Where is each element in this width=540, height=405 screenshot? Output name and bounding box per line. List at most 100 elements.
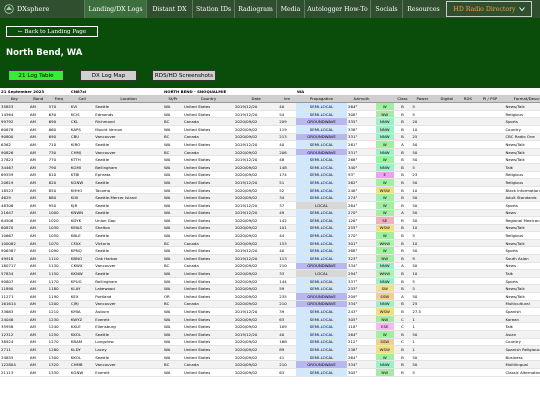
column-header[interactable]: PI / PSP [475,95,505,104]
tab-media[interactable]: Media [276,0,304,18]
table-row[interactable]: 24855 AM 1300 KKOL Seattle WA United States 202… [0,353,540,362]
table-row[interactable]: 21647 AM 1000 KNWN Seattle WA United States 201… [0,209,540,218]
column-header[interactable]: Location [94,95,163,104]
cell-digital [433,246,461,256]
column-header[interactable]: Freq [47,95,70,104]
tab-station-ids[interactable]: Station IDs [192,0,234,18]
table-row[interactable]: 69559 AM 810 KTBI Ephrata WA United States 2020… [0,171,540,180]
table-row[interactable]: 18523 AM 850 KHHO Tacoma WA United States 2020/… [0,186,540,195]
table-row[interactable]: 33683 AM 1210 KMIA Auburn WA United States 2019… [0,307,540,316]
table-row[interactable]: 99792 AM 690 CKL Richmond BC Canada 2020/09/02 2… [0,117,540,126]
column-header[interactable]: Class [393,95,412,104]
tab-socials[interactable]: Socials [370,0,402,18]
column-header[interactable]: RDS [460,95,476,104]
cell-km: 59 [278,284,297,294]
cell-st-pr: WA [163,155,183,164]
table-row[interactable]: 35958 AM 1240 KXLE Ellensburg WA United States… [0,322,540,331]
log-table-button[interactable]: 21 Log Table [8,70,64,81]
back-to-landing-button[interactable]: ← Back to Landing Page [6,26,98,37]
tab-distant-dx[interactable]: Distant DX [146,0,192,18]
table-row[interactable]: 161614 AM 1200 CJRJ Vancouver BC Canada 2020/09… [0,300,540,309]
table-row[interactable]: 60870 AM 1030 KMAS Shelton WA United States 202… [0,224,540,233]
cell-power: 50 [411,216,434,225]
cell-format-description: Country [504,125,540,134]
tab-label: Landing/DX Logs [88,5,143,13]
tab-resources[interactable]: Resources [402,0,444,18]
tab-hd-radio-directory[interactable]: HD Radio Directory [446,1,532,17]
table-row[interactable]: 2711 AM 1280 KLDY Lacey WA United States 2020/0… [0,345,540,354]
column-header[interactable] [375,95,394,104]
column-header[interactable]: Digital [433,95,461,104]
column-header[interactable]: Country [182,95,234,104]
table-row[interactable]: 64506 AM 1020 KDYK Union Gap WA United States 2… [0,216,540,225]
tab-autologger[interactable]: Autologger How-To [304,0,370,18]
table-row[interactable]: 24046 AM 1230 KWYZ Everett WA United States 202… [0,315,540,324]
table-row[interactable]: 6362 AM 710 KIRO Seattle WA United States 2019/… [0,140,540,149]
cell-key: 24855 [0,353,29,362]
table-row[interactable]: 11890 AM 1180 KLAY Lakewood WA United States 20… [0,284,540,294]
table-row[interactable]: 90826 AM 730 CHMJ Vancouver BC Canada 2020/09/0… [0,148,540,157]
cell-freq: 1240 [47,322,70,331]
column-header[interactable]: Call [69,95,95,104]
tab-landing[interactable]: Landing/DX Logs [84,0,146,18]
column-header[interactable]: St/Pr [163,95,183,104]
column-header[interactable]: Power [411,95,434,104]
cell-class: B [393,224,412,233]
cell-date: 2020/09/02 [233,133,279,142]
cell-class: B [393,133,412,142]
cell-format-description: News/Talk [504,224,540,233]
table-row[interactable]: 12312 AM 1250 KKOL Seattle WA United States 201… [0,330,540,339]
cell-direction: NNW [375,117,394,126]
column-header[interactable]: Date [233,95,279,104]
table-row[interactable]: 122804 AM 1320 CHMB Vancouver BC Canada 2020/09… [0,360,540,369]
table-row[interactable]: 20819 AM 820 KGNW Seattle WA United States 2019… [0,178,540,187]
table-row[interactable]: 14564 AM 630 KCIS Edmonds WA United States 2019… [0,110,540,119]
table-row[interactable]: 10667 AM 1050 KBLE Seattle WA United States 202… [0,231,540,240]
table-row[interactable]: 48306 AM 950 KJR Seattle WA United States 2019/… [0,201,540,210]
table-row[interactable]: 49918 AM 1110 KBNO Oak Harbor WA United States… [0,254,540,263]
column-header[interactable]: Key [0,95,29,104]
cell-format-description: News/Talk [504,292,540,301]
column-header[interactable]: Band [28,95,48,104]
screenshots-button[interactable]: RDS/HD Screenshots [152,70,216,81]
cell-date: 2019/12/20 [233,155,279,164]
cell-location: Everett [94,315,163,324]
table-row[interactable]: 35853 AM 570 KVI Seattle WA United States 2019/… [0,102,540,111]
column-header[interactable]: Propagation [296,95,348,104]
cell-st-pr: WA [163,269,183,278]
chevron-down-icon [518,7,525,12]
cell-rds [460,254,476,263]
table-row[interactable]: 60678 AM 660 KAPS Mount Vernon WA United State… [0,125,540,134]
table-row[interactable]: 57834 AM 1150 KKNW Seattle WA United States 202… [0,269,540,278]
column-header[interactable]: km [278,95,297,104]
table-row[interactable]: 21113 AM 1330 KGNW Everett WA United States 202… [0,368,540,377]
cell-date: 2020/09/02 [233,338,279,347]
table-row[interactable]: 90807 AM 1170 KPUG Bellingham WA United States… [0,277,540,286]
log-map-button[interactable]: DX Log Map [80,70,137,81]
cell-propagation: GROUNDWAVE [296,148,348,157]
table-row[interactable]: 38924 AM 1270 KBAM Longview WA United States 20… [0,338,540,347]
cell-key: 14564 [0,110,29,119]
cell-country: United States [182,353,234,362]
table-row[interactable]: 11271 AM 1190 KEX Portland OR United States 202… [0,292,540,301]
cell-rds [460,148,476,157]
cell-location: Oak Harbor [94,254,163,263]
table-row[interactable]: 4629 AM 880 KIXI Seattle-Mercer Island WA Unit… [0,193,540,202]
cell-rds [460,155,476,164]
column-header[interactable]: Azimuth [347,95,376,104]
table-row[interactable]: 180717 AM 1130 CKWX Vancouver BC Canada 2020/09… [0,262,540,271]
brand[interactable]: DXsphere [0,0,84,18]
column-header[interactable]: Format/Description [504,95,540,104]
tab-radiogram[interactable]: Radiogram [234,0,276,18]
table-row[interactable]: 100082 AM 1070 CFAX Victoria BC Canada 2020/09/… [0,239,540,248]
cell-pi-psp [475,284,505,294]
table-row[interactable]: 90800 AM 690 CBU Vancouver BC Canada 2020/09/02… [0,133,540,142]
cell-power: 50 [411,201,434,210]
table-row[interactable]: 34467 AM 790 KGMI Bellingham WA United States 2… [0,163,540,172]
cell-propagation: SEMI-LOCAL [296,322,348,331]
log-table-container[interactable]: 21 September 2023 CN87xl NORTH BEND - SN… [0,88,540,405]
table-row[interactable]: 27823 AM 770 KTTH Seattle WA United States 2019… [0,155,540,164]
cell-azimuth: 331° [347,148,376,157]
table-row[interactable]: 906387 AM 1090 KPNQ Seattle WA United States 20… [0,246,540,256]
cell-direction: W [375,178,394,187]
